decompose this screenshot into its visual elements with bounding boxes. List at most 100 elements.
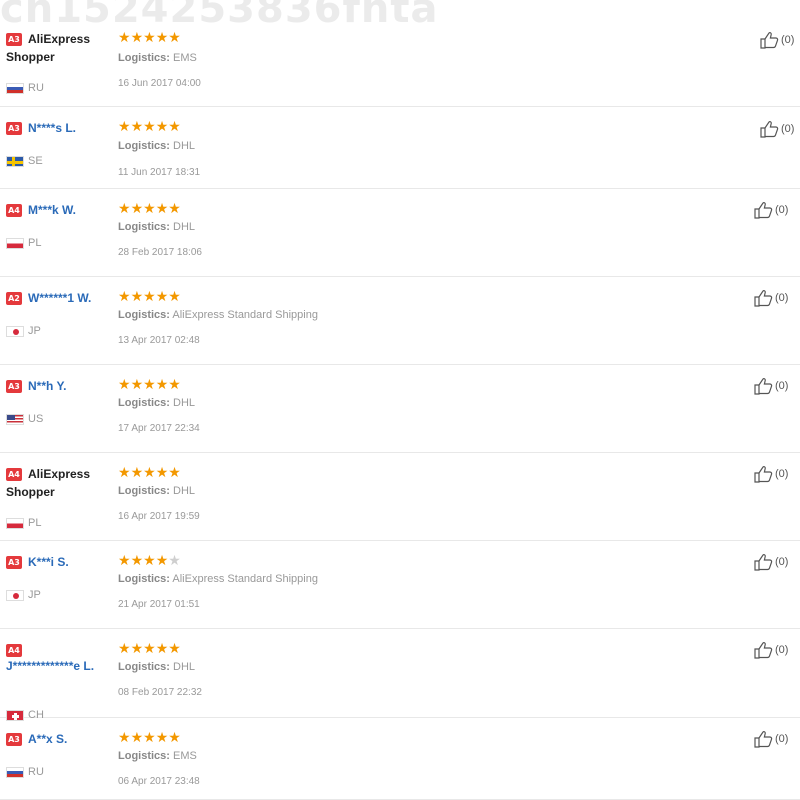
star-icon: ★: [130, 730, 144, 746]
review-detail: ★★★★★ Logistics: DHL 17 Apr 2017 22:34: [118, 377, 678, 453]
logistics-value: DHL: [173, 140, 196, 152]
review-date: 17 Apr 2017 22:34: [118, 423, 200, 434]
country-flag-icon: [6, 517, 24, 529]
helpful-count: (0): [775, 204, 789, 216]
review-detail: ★★★★★ Logistics: AliExpress Standard Ship…: [118, 289, 678, 365]
logistics-label: Logistics:: [118, 661, 170, 673]
logistics-value: DHL: [173, 397, 196, 409]
review-detail: ★★★★★ Logistics: AliExpress Standard Ship…: [118, 553, 678, 629]
star-icon: ★: [168, 119, 181, 135]
reviewer-country: PL: [6, 237, 41, 249]
review-date: 21 Apr 2017 01:51: [118, 599, 200, 610]
reviewer-name[interactable]: N****s L.: [28, 121, 76, 135]
helpful-button[interactable]: (0): [760, 31, 794, 49]
star-icon: ★: [130, 553, 144, 569]
star-icon: ★: [118, 377, 131, 393]
logistics-label: Logistics:: [118, 397, 170, 409]
buyer-level-badge: A4: [6, 204, 22, 217]
logistics-value: DHL: [173, 485, 196, 497]
review-item: A3 K***i S. JP ★★★★★ Logistics: AliExpress S…: [0, 541, 800, 629]
star-icon: ★: [168, 289, 181, 305]
buyer-level-badge: A3: [6, 733, 22, 746]
helpful-button[interactable]: (0): [754, 289, 788, 307]
helpful-button[interactable]: (0): [754, 201, 788, 219]
country-code: RU: [28, 766, 44, 778]
country-flag-icon: [6, 82, 24, 94]
logistics-info: Logistics: DHL: [118, 140, 195, 152]
star-icon: ★: [130, 641, 144, 657]
helpful-button[interactable]: (0): [754, 641, 788, 659]
logistics-value: AliExpress Standard Shipping: [172, 573, 318, 585]
helpful-button[interactable]: (0): [760, 120, 794, 138]
star-icon: ★: [118, 119, 131, 135]
reviewer-name[interactable]: A**x S.: [28, 732, 67, 746]
logistics-value: AliExpress Standard Shipping: [172, 309, 318, 321]
reviewer-name[interactable]: M***k W.: [28, 203, 76, 217]
star-icon: ★: [155, 30, 169, 46]
review-date: 08 Feb 2017 22:32: [118, 687, 202, 698]
helpful-count: (0): [775, 292, 789, 304]
reviewer-country: PL: [6, 517, 41, 529]
helpful-count: (0): [775, 733, 789, 745]
reviewer-info: A2 W******1 W. JP: [6, 289, 114, 365]
star-rating: ★★★★★: [118, 465, 678, 481]
reviewer-info: A4 M***k W. PL: [6, 201, 114, 277]
star-icon: ★: [168, 30, 181, 46]
reviewer-name[interactable]: W******1 W.: [28, 291, 91, 305]
reviewer-name[interactable]: J*************e L.: [6, 659, 114, 673]
helpful-count: (0): [775, 380, 789, 392]
thumbs-up-icon: [754, 289, 775, 307]
reviewer-info: A3 K***i S. JP: [6, 553, 114, 629]
review-item: A4 M***k W. PL ★★★★★ Logistics: DHL 28 Feb 20…: [0, 189, 800, 277]
review-item: A2 W******1 W. JP ★★★★★ Logistics: AliExpres…: [0, 277, 800, 365]
review-date: 16 Jun 2017 04:00: [118, 78, 201, 89]
buyer-level-badge: A3: [6, 33, 22, 46]
star-icon: ★: [130, 201, 144, 217]
country-code: PL: [28, 517, 42, 529]
logistics-label: Logistics:: [118, 221, 170, 233]
star-rating: ★★★★★: [118, 553, 678, 569]
logistics-info: Logistics: AliExpress Standard Shipping: [118, 573, 318, 585]
star-rating: ★★★★★: [118, 730, 678, 746]
star-icon: ★: [130, 30, 144, 46]
thumbs-up-icon: [754, 465, 775, 483]
helpful-button[interactable]: (0): [754, 377, 788, 395]
review-detail: ★★★★★ Logistics: DHL 11 Jun 2017 18:31: [118, 119, 678, 189]
logistics-info: Logistics: EMS: [118, 52, 197, 64]
reviewer-name[interactable]: N**h Y.: [28, 379, 66, 393]
country-flag-icon: [6, 766, 24, 778]
star-icon: ★: [118, 201, 131, 217]
star-icon: ★: [143, 730, 156, 746]
helpful-count: (0): [781, 34, 795, 46]
logistics-label: Logistics:: [118, 573, 170, 585]
logistics-info: Logistics: AliExpress Standard Shipping: [118, 309, 318, 321]
review-date: 13 Apr 2017 02:48: [118, 335, 200, 346]
star-icon: ★: [155, 465, 169, 481]
buyer-level-badge: A3: [6, 556, 22, 569]
helpful-count: (0): [775, 468, 789, 480]
country-flag-icon: [6, 325, 24, 337]
review-detail: ★★★★★ Logistics: DHL 28 Feb 2017 18:06: [118, 201, 678, 277]
thumbs-up-icon: [754, 201, 775, 219]
review-date: 06 Apr 2017 23:48: [118, 776, 200, 787]
star-icon: ★: [130, 119, 144, 135]
star-icon: ★: [143, 553, 156, 569]
star-icon: ★: [155, 553, 169, 569]
review-date: 16 Apr 2017 19:59: [118, 511, 200, 522]
star-icon: ★: [168, 641, 181, 657]
star-rating: ★★★★★: [118, 377, 678, 393]
helpful-button[interactable]: (0): [754, 465, 788, 483]
reviewer-country: SE: [6, 155, 43, 167]
star-icon: ★: [143, 30, 156, 46]
star-icon: ★: [168, 377, 181, 393]
star-icon: ★: [155, 377, 169, 393]
logistics-label: Logistics:: [118, 140, 170, 152]
star-icon: ★: [143, 119, 156, 135]
reviewer-info: A4 AliExpress Shopper PL: [6, 465, 114, 541]
reviewer-name[interactable]: K***i S.: [28, 555, 69, 569]
helpful-button[interactable]: (0): [754, 730, 788, 748]
logistics-label: Logistics:: [118, 52, 170, 64]
helpful-button[interactable]: (0): [754, 553, 788, 571]
star-icon: ★: [168, 730, 181, 746]
logistics-label: Logistics:: [118, 485, 170, 497]
